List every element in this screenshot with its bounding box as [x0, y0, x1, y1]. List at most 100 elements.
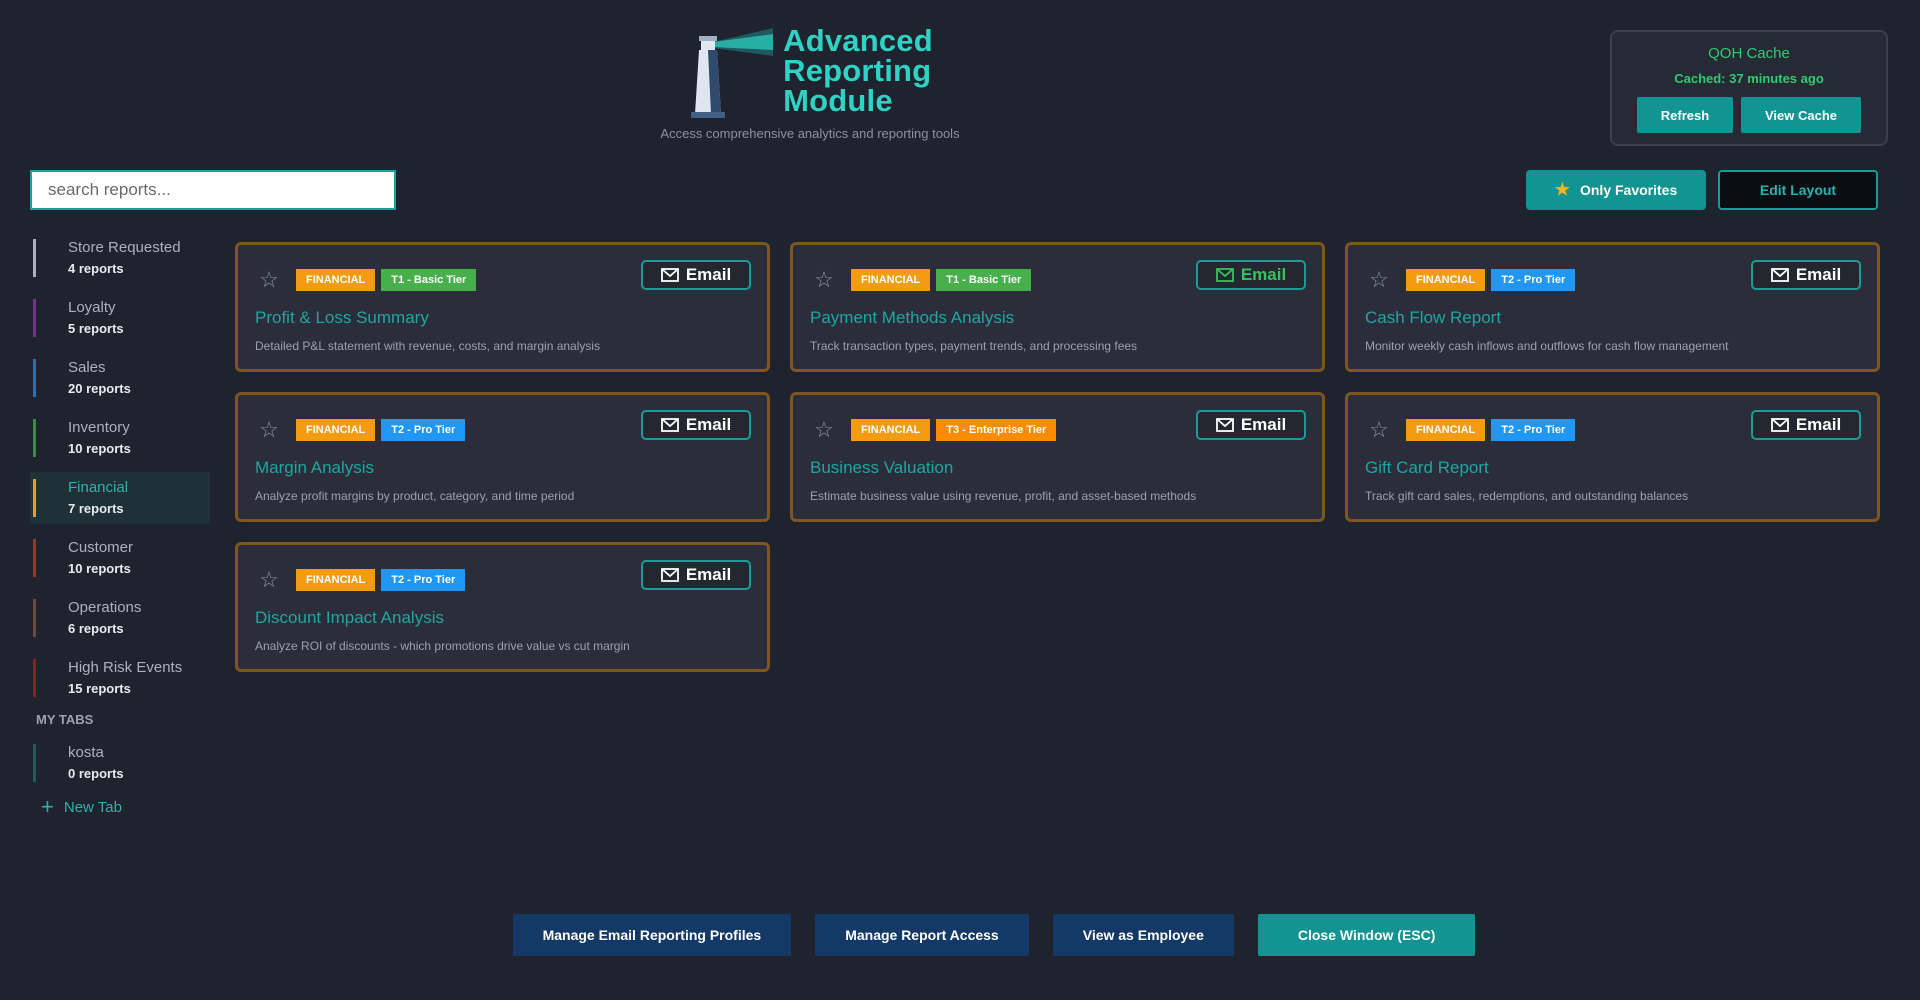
category-badge: FINANCIAL: [851, 419, 931, 441]
email-report-button[interactable]: Email: [641, 560, 751, 590]
sidebar-item-count: 6 reports: [68, 621, 124, 636]
email-label: Email: [685, 565, 732, 584]
search-input[interactable]: [30, 170, 396, 210]
report-card[interactable]: ☆ FINANCIAL T2 - Pro Tier Email Cash Flo…: [1345, 242, 1880, 372]
sidebar-item-count: 5 reports: [68, 321, 124, 336]
category-badge: FINANCIAL: [851, 269, 931, 291]
tier-badge: T3 - Enterprise Tier: [936, 419, 1057, 441]
email-label: Email: [1240, 265, 1287, 284]
email-label: Email: [1795, 265, 1842, 284]
category-badge: FINANCIAL: [296, 569, 376, 591]
favorite-star-icon[interactable]: ☆: [1368, 267, 1390, 293]
only-favorites-label: Only Favorites: [1579, 182, 1678, 198]
qoh-cache-status: Cached: 37 minutes ago: [1674, 71, 1824, 86]
tier-badge: T1 - Basic Tier: [936, 269, 1032, 291]
favorite-star-icon[interactable]: ☆: [258, 567, 280, 593]
edit-layout-button[interactable]: Edit Layout: [1718, 170, 1878, 210]
favorite-star-icon[interactable]: ☆: [813, 417, 835, 443]
refresh-cache-button[interactable]: Refresh: [1637, 97, 1733, 133]
sidebar-item-sales[interactable]: Sales 20 reports: [30, 352, 210, 404]
view-as-employee-button[interactable]: View as Employee: [1052, 914, 1234, 956]
category-color-bar: [33, 659, 36, 697]
email-report-button[interactable]: Email: [1751, 410, 1861, 440]
report-description: Track transaction types, payment trends,…: [810, 339, 1138, 353]
report-title[interactable]: Cash Flow Report: [1365, 308, 1501, 328]
report-description: Track gift card sales, redemptions, and …: [1365, 489, 1689, 503]
email-report-button[interactable]: Email: [1751, 260, 1861, 290]
report-card[interactable]: ☆ FINANCIAL T3 - Enterprise Tier Email B…: [790, 392, 1325, 522]
view-cache-button[interactable]: View Cache: [1741, 97, 1861, 133]
favorite-star-icon[interactable]: ☆: [1368, 417, 1390, 443]
category-color-bar: [33, 479, 36, 517]
sidebar-item-label: Inventory: [68, 419, 130, 436]
favorite-star-icon[interactable]: ☆: [813, 267, 835, 293]
tier-badge: T2 - Pro Tier: [1491, 269, 1576, 291]
report-card[interactable]: ☆ FINANCIAL T1 - Basic Tier Email Paymen…: [790, 242, 1325, 372]
sidebar-item-label: Customer: [68, 539, 134, 556]
sidebar-item-kosta[interactable]: kosta 0 reports: [30, 737, 210, 789]
report-card[interactable]: ☆ FINANCIAL T2 - Pro Tier Email Gift Car…: [1345, 392, 1880, 522]
lighthouse-logo-icon: [691, 28, 774, 118]
sidebar-item-high-risk-events[interactable]: High Risk Events 15 reports: [30, 652, 210, 704]
sidebar-item-label: kosta: [68, 744, 104, 761]
new-tab-button[interactable]: + New Tab: [41, 794, 210, 819]
report-description: Analyze ROI of discounts - which promoti…: [255, 639, 630, 653]
report-title[interactable]: Discount Impact Analysis: [255, 608, 444, 628]
sidebar-item-label: Sales: [68, 359, 106, 376]
email-report-button[interactable]: Email: [1196, 260, 1306, 290]
manage-report-access-button[interactable]: Manage Report Access: [815, 914, 1029, 956]
app-title: Advanced Reporting Module: [783, 23, 933, 118]
report-card[interactable]: ☆ FINANCIAL T2 - Pro Tier Email Discount…: [235, 542, 770, 672]
only-favorites-button[interactable]: ★ Only Favorites: [1526, 170, 1706, 210]
report-title[interactable]: Gift Card Report: [1365, 458, 1489, 478]
footer-actions: Manage Email Reporting Profiles Manage R…: [0, 914, 1920, 956]
sidebar-item-count: 0 reports: [68, 766, 124, 781]
category-badge: FINANCIAL: [1406, 269, 1486, 291]
sidebar-item-label: Store Requested: [68, 239, 181, 256]
sidebar-item-operations[interactable]: Operations 6 reports: [30, 592, 210, 644]
email-label: Email: [685, 265, 732, 284]
manage-email-profiles-button[interactable]: Manage Email Reporting Profiles: [512, 914, 792, 956]
report-description: Analyze profit margins by product, categ…: [255, 489, 575, 503]
tier-badge: T2 - Pro Tier: [381, 569, 466, 591]
report-title[interactable]: Profit & Loss Summary: [255, 308, 429, 328]
email-report-button[interactable]: Email: [1196, 410, 1306, 440]
category-color-bar: [33, 744, 36, 782]
sidebar-item-label: Operations: [68, 599, 142, 616]
report-description: Estimate business value using revenue, p…: [810, 489, 1197, 503]
sidebar-item-label: Financial: [68, 479, 129, 496]
report-title[interactable]: Payment Methods Analysis: [810, 308, 1014, 328]
sidebar-item-inventory[interactable]: Inventory 10 reports: [30, 412, 210, 464]
plus-icon: +: [41, 794, 54, 819]
favorite-star-icon[interactable]: ☆: [258, 267, 280, 293]
report-card[interactable]: ☆ FINANCIAL T2 - Pro Tier Email Margin A…: [235, 392, 770, 522]
favorite-star-icon[interactable]: ☆: [258, 417, 280, 443]
category-badge: FINANCIAL: [296, 419, 376, 441]
report-cards-grid: ☆ FINANCIAL T1 - Basic Tier Email Profit…: [235, 242, 1880, 672]
email-report-button[interactable]: Email: [641, 410, 751, 440]
report-card[interactable]: ☆ FINANCIAL T1 - Basic Tier Email Profit…: [235, 242, 770, 372]
sidebar-item-count: 10 reports: [68, 441, 131, 456]
email-report-button[interactable]: Email: [641, 260, 751, 290]
new-tab-label: New Tab: [63, 798, 122, 816]
report-title[interactable]: Business Valuation: [810, 458, 953, 478]
envelope-icon: [660, 418, 679, 432]
category-color-bar: [33, 599, 36, 637]
sidebar-item-store-requested[interactable]: Store Requested 4 reports: [30, 232, 210, 284]
star-icon: ★: [1554, 180, 1570, 199]
sidebar-item-count: 7 reports: [68, 501, 124, 516]
category-color-bar: [33, 419, 36, 457]
sidebar-item-label: High Risk Events: [68, 659, 183, 676]
sidebar-item-loyalty[interactable]: Loyalty 5 reports: [30, 292, 210, 344]
report-title[interactable]: Margin Analysis: [255, 458, 374, 478]
sidebar-item-customer[interactable]: Customer 10 reports: [30, 532, 210, 584]
sidebar-item-financial[interactable]: Financial 7 reports: [30, 472, 210, 524]
tier-badge: T1 - Basic Tier: [381, 269, 477, 291]
report-description: Detailed P&L statement with revenue, cos…: [255, 339, 601, 353]
email-label: Email: [685, 415, 732, 434]
category-badge: FINANCIAL: [1406, 419, 1486, 441]
sidebar-item-count: 10 reports: [68, 561, 131, 576]
envelope-icon: [1770, 268, 1789, 282]
close-window-button[interactable]: Close Window (ESC): [1257, 914, 1476, 956]
category-color-bar: [33, 359, 36, 397]
